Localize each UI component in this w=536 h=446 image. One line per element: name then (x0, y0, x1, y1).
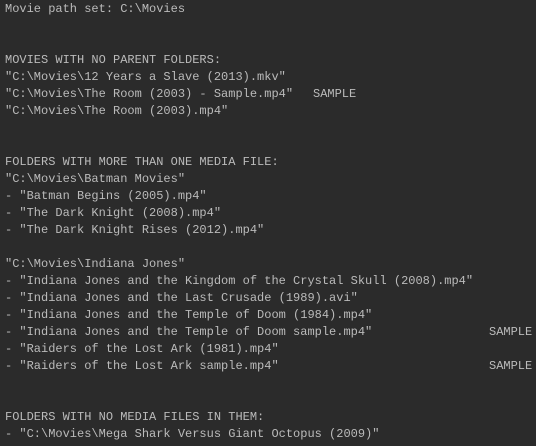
list-item: - "The Dark Knight Rises (2012).mp4" (5, 223, 265, 237)
section-heading: MOVIES WITH NO PARENT FOLDERS: (5, 53, 222, 67)
list-item: "C:\Movies\12 Years a Slave (2013).mkv" (5, 69, 536, 86)
console-output: Movie path set: C:\Movies MOVIES WITH NO… (0, 0, 536, 443)
list-item: - "C:\Movies\Mega Shark Versus Giant Oct… (5, 427, 380, 441)
list-item: - "Raiders of the Lost Ark sample.mp4" SA… (5, 358, 536, 375)
section-heading: FOLDERS WITH NO MEDIA FILES IN THEM: (5, 410, 265, 424)
sample-tag: SAMPLE (489, 359, 533, 373)
list-item: - "Batman Begins (2005).mp4" (5, 189, 207, 203)
file-name: - "Indiana Jones and the Temple of Doom … (5, 325, 373, 339)
list-item: "C:\Movies\The Room (2003).mp4" (5, 103, 536, 120)
file-path: "C:\Movies\The Room (2003).mp4" (5, 104, 229, 118)
movie-path-line: Movie path set: C:\Movies (5, 2, 186, 16)
file-name: - "Raiders of the Lost Ark sample.mp4" (5, 359, 279, 373)
list-item: - "The Dark Knight (2008).mp4" (5, 206, 222, 220)
sample-tag: SAMPLE (489, 325, 533, 339)
list-item: - "Indiana Jones and the Kingdom of the … (5, 274, 474, 288)
list-item: - "Raiders of the Lost Ark (1981).mp4" (5, 342, 279, 356)
folder-path: "C:\Movies\Indiana Jones" (5, 257, 186, 271)
list-item: "C:\Movies\The Room (2003) - Sample.mp4"… (5, 86, 536, 103)
list-item: - "Indiana Jones and the Temple of Doom … (5, 308, 373, 322)
section-heading: FOLDERS WITH MORE THAN ONE MEDIA FILE: (5, 155, 279, 169)
file-path: "C:\Movies\The Room (2003) - Sample.mp4" (5, 87, 294, 101)
sample-tag: SAMPLE (313, 87, 357, 101)
list-item: - "Indiana Jones and the Last Crusade (1… (5, 291, 358, 305)
file-path: "C:\Movies\12 Years a Slave (2013).mkv" (5, 70, 286, 84)
list-item: - "Indiana Jones and the Temple of Doom … (5, 324, 536, 341)
folder-path: "C:\Movies\Batman Movies" (5, 172, 186, 186)
